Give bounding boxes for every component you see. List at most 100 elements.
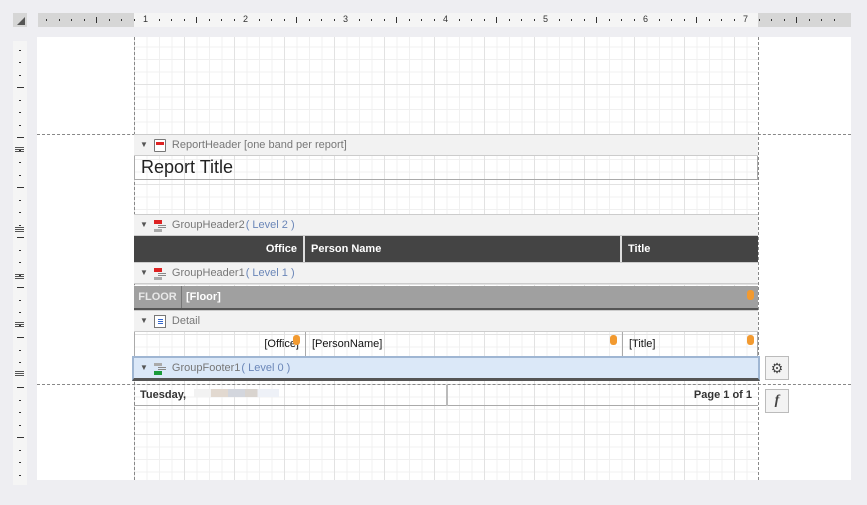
band-caption-detail[interactable]: ▼ Detail [134,310,758,332]
band-level: ( Level 1 ) [245,267,295,279]
group-footer-icon [153,362,166,375]
ruler-tick [19,324,21,326]
table-header-row[interactable]: Office Person Name Title [134,236,758,262]
ruler-tick [121,19,122,21]
ruler-tick [19,212,21,213]
ruler-tick [696,17,697,23]
floor-label[interactable]: FLOOR [134,286,182,308]
database-icon [293,335,300,345]
ruler-tick [783,19,785,21]
band-caption-group-footer1[interactable]: ▼ GroupFooter1 ( Level 0 ) [132,356,760,381]
ruler-tick [19,449,21,451]
band-name: Detail [171,315,201,327]
ruler-tick [721,19,722,21]
band-grip-icon[interactable] [15,274,24,275]
ruler-tick [583,19,585,21]
collapse-icon[interactable]: ▼ [140,215,148,235]
ruler-tick [19,62,21,63]
ruler-tick [571,19,572,21]
ruler-tick [19,374,21,376]
band-caption-report-header[interactable]: ▼ ReportHeader [one band per report] [134,134,758,156]
ruler-tick [371,19,372,21]
page-number-field[interactable]: Page 1 of 1 [694,383,752,407]
group-header-icon [153,267,166,280]
band-note: [one band per report] [244,139,347,151]
ruler-tick [46,19,47,21]
collapse-icon[interactable]: ▼ [140,135,148,155]
collapse-icon[interactable]: ▼ [140,263,148,283]
expression-button[interactable]: f [765,389,789,413]
ruler-tick [19,124,21,126]
ruler-tick [396,17,397,23]
ruler-tick [19,299,21,301]
band-name: ReportHeader [171,139,242,151]
floor-group-row[interactable]: FLOOR [Floor] [134,286,758,310]
report-title[interactable]: Report Title [134,156,758,180]
ruler-tick [471,19,472,21]
ruler-number: 1 [143,14,149,24]
ruler-number: 4 [443,14,449,24]
right-margin-line[interactable] [758,37,759,480]
ruler-number: 5 [543,14,549,24]
band-grip-icon[interactable] [15,371,24,372]
ruler-tick [433,19,435,21]
band-grip-icon[interactable] [15,227,24,228]
ruler-tick [671,19,672,21]
database-icon [610,335,617,345]
ruler-tick [208,19,210,21]
ruler-tick [508,19,510,21]
ruler-tick [183,19,185,21]
detail-icon [153,314,166,328]
collapse-icon[interactable]: ▼ [140,311,148,331]
ruler-tick [19,462,21,463]
ruler-tick [19,474,21,476]
detail-row[interactable]: [Office] [PersonName] [Title] [134,332,758,356]
band-caption-group-header1[interactable]: ▼ GroupHeader1 ( Level 1 ) [134,262,758,284]
ruler-tick [658,19,660,21]
ruler-tick [17,237,24,238]
ruler-tick [17,337,24,338]
ruler-tick [19,412,21,413]
page-info-row[interactable]: Tuesday, Page 1 of 1 [134,385,758,406]
ruler-number: 6 [643,14,649,24]
ruler-tick [233,19,235,21]
ruler-tick [283,19,285,21]
floor-field[interactable]: [Floor] [186,286,221,308]
vertical-ruler[interactable] [13,41,27,485]
ruler-tick [19,249,21,251]
collapse-icon[interactable]: ▼ [140,358,148,378]
header-cell-title[interactable]: Title [622,236,758,262]
detail-cell-office[interactable]: [Office] [135,332,306,356]
ruler-tick [196,17,197,23]
band-name: GroupFooter1 [171,362,241,374]
ruler-tick [333,19,335,21]
ruler-tick [96,17,97,23]
horizontal-ruler[interactable]: 1 2 3 4 5 6 7 [38,13,851,27]
ruler-tick [19,349,21,351]
ruler-tick [296,17,297,23]
header-cell-office[interactable]: Office [134,236,305,262]
ruler-tick [596,17,597,23]
band-grip-icon[interactable] [15,147,24,148]
ruler-tick [683,19,685,21]
ruler-tick [558,19,560,21]
ruler-tick [19,49,21,51]
band-settings-button[interactable]: ⚙ [765,356,789,380]
group-header-icon [153,219,166,232]
date-field[interactable]: Tuesday, [140,383,186,407]
band-grip-icon[interactable] [15,322,24,323]
ruler-tick [19,149,21,151]
detail-cell-title[interactable]: [Title] [623,332,757,356]
detail-cell-person-name[interactable]: [PersonName] [306,332,623,356]
ruler-tick [608,19,610,21]
ruler-number: 7 [743,14,749,24]
ruler-tick [19,112,21,113]
band-name: GroupHeader1 [171,267,245,279]
ruler-tick [19,424,21,426]
ruler-tick [733,19,735,21]
function-icon: f [774,393,780,408]
ruler-tick [19,399,21,401]
band-caption-group-header2[interactable]: ▼ GroupHeader2 ( Level 2 ) [134,214,758,236]
header-cell-person-name[interactable]: Person Name [305,236,622,262]
ruler-tick [108,19,110,21]
